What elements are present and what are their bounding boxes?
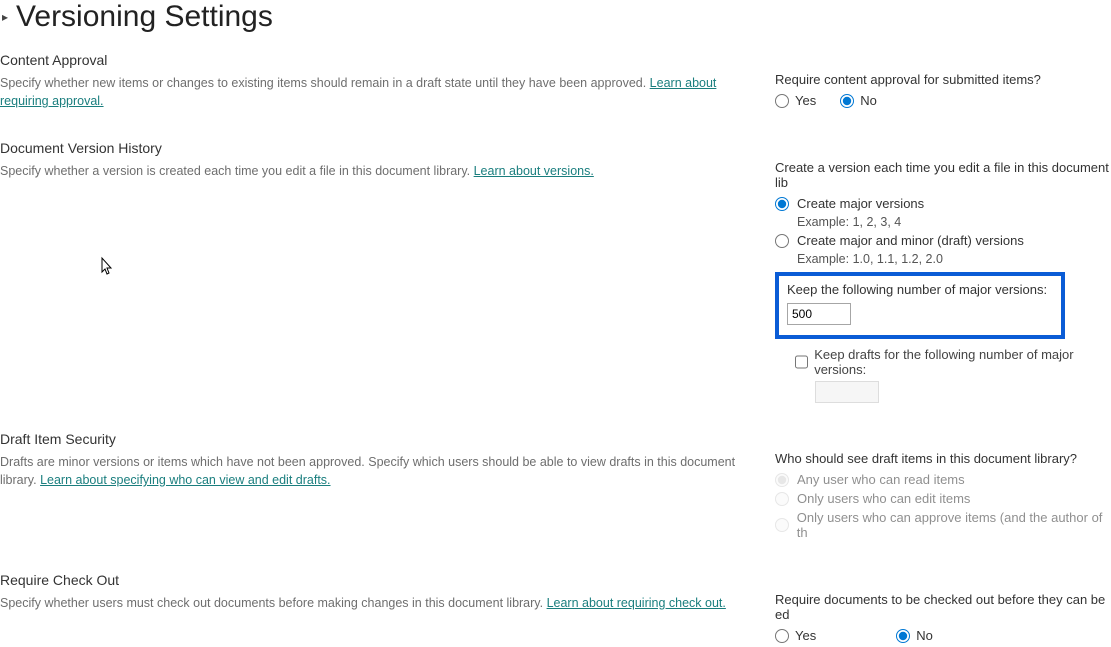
content-approval-desc: Specify whether new items or changes to … (0, 74, 755, 110)
version-major-example: Example: 1, 2, 3, 4 (797, 215, 1111, 229)
version-question: Create a version each time you edit a fi… (775, 160, 1111, 190)
version-major-label: Create major versions (797, 196, 924, 211)
version-history-desc-text: Specify whether a version is created eac… (0, 164, 474, 178)
section-version-history: Document Version History Specify whether… (0, 140, 1111, 431)
version-major-row: Create major versions (775, 196, 1111, 211)
require-checkout-radios: Yes No (775, 628, 1111, 643)
content-approval-no-label: No (860, 93, 877, 108)
require-checkout-no-label: No (916, 628, 933, 643)
keep-drafts-checkbox[interactable] (795, 355, 808, 369)
version-major-radio[interactable] (775, 197, 789, 211)
require-checkout-yes-radio[interactable] (775, 629, 789, 643)
content-approval-heading: Content Approval (0, 52, 755, 68)
content-approval-yes-label: Yes (795, 93, 816, 108)
require-checkout-desc-text: Specify whether users must check out doc… (0, 596, 547, 610)
require-checkout-no-radio[interactable] (896, 629, 910, 643)
keep-drafts-label: Keep drafts for the following number of … (814, 347, 1111, 377)
learn-drafts-link[interactable]: Learn about specifying who can view and … (40, 473, 330, 487)
section-draft-security: Draft Item Security Drafts are minor ver… (0, 431, 1111, 572)
content-approval-yes-radio[interactable] (775, 94, 789, 108)
draft-opt3-label: Only users who can approve items (and th… (797, 510, 1111, 540)
content-approval-no[interactable]: No (840, 93, 877, 108)
keep-drafts-row: Keep drafts for the following number of … (795, 347, 1111, 377)
draft-security-desc: Drafts are minor versions or items which… (0, 453, 755, 489)
require-checkout-no[interactable]: No (896, 628, 933, 643)
learn-versions-link[interactable]: Learn about versions. (474, 164, 594, 178)
draft-opt1-radio (775, 473, 789, 487)
keep-drafts-input-disabled (815, 381, 879, 403)
require-checkout-yes-label: Yes (795, 628, 816, 643)
draft-security-heading: Draft Item Security (0, 431, 755, 447)
require-checkout-yes[interactable]: Yes (775, 628, 816, 643)
keep-major-input[interactable] (787, 303, 851, 325)
section-require-checkout: Require Check Out Specify whether users … (0, 572, 1111, 647)
section-content-approval: Content Approval Specify whether new ite… (0, 52, 1111, 140)
draft-opt3-radio (775, 518, 789, 532)
require-checkout-heading: Require Check Out (0, 572, 755, 588)
page-title-row: ▸ Versioning Settings (0, 0, 1111, 52)
content-approval-no-radio[interactable] (840, 94, 854, 108)
version-minor-radio[interactable] (775, 234, 789, 248)
page-title: Versioning Settings (16, 0, 273, 34)
content-approval-question: Require content approval for submitted i… (775, 72, 1111, 87)
version-history-heading: Document Version History (0, 140, 755, 156)
draft-security-question: Who should see draft items in this docum… (775, 451, 1111, 466)
learn-checkout-link[interactable]: Learn about requiring check out. (547, 596, 726, 610)
version-history-desc: Specify whether a version is created eac… (0, 162, 755, 180)
draft-opt3-row: Only users who can approve items (and th… (775, 510, 1111, 540)
content-approval-radios: Yes No (775, 93, 1111, 108)
keep-major-label: Keep the following number of major versi… (787, 282, 1053, 297)
content-approval-yes[interactable]: Yes (775, 93, 816, 108)
content-approval-desc-text: Specify whether new items or changes to … (0, 76, 650, 90)
keep-major-highlight: Keep the following number of major versi… (775, 272, 1065, 339)
caret-icon: ▸ (2, 10, 8, 24)
draft-opt1-row: Any user who can read items (775, 472, 1111, 487)
draft-opt2-radio (775, 492, 789, 506)
version-minor-example: Example: 1.0, 1.1, 1.2, 2.0 (797, 252, 1111, 266)
draft-opt2-row: Only users who can edit items (775, 491, 1111, 506)
draft-opt1-label: Any user who can read items (797, 472, 965, 487)
require-checkout-question: Require documents to be checked out befo… (775, 592, 1111, 622)
version-minor-label: Create major and minor (draft) versions (797, 233, 1024, 248)
draft-opt2-label: Only users who can edit items (797, 491, 970, 506)
version-minor-row: Create major and minor (draft) versions (775, 233, 1111, 248)
require-checkout-desc: Specify whether users must check out doc… (0, 594, 755, 612)
